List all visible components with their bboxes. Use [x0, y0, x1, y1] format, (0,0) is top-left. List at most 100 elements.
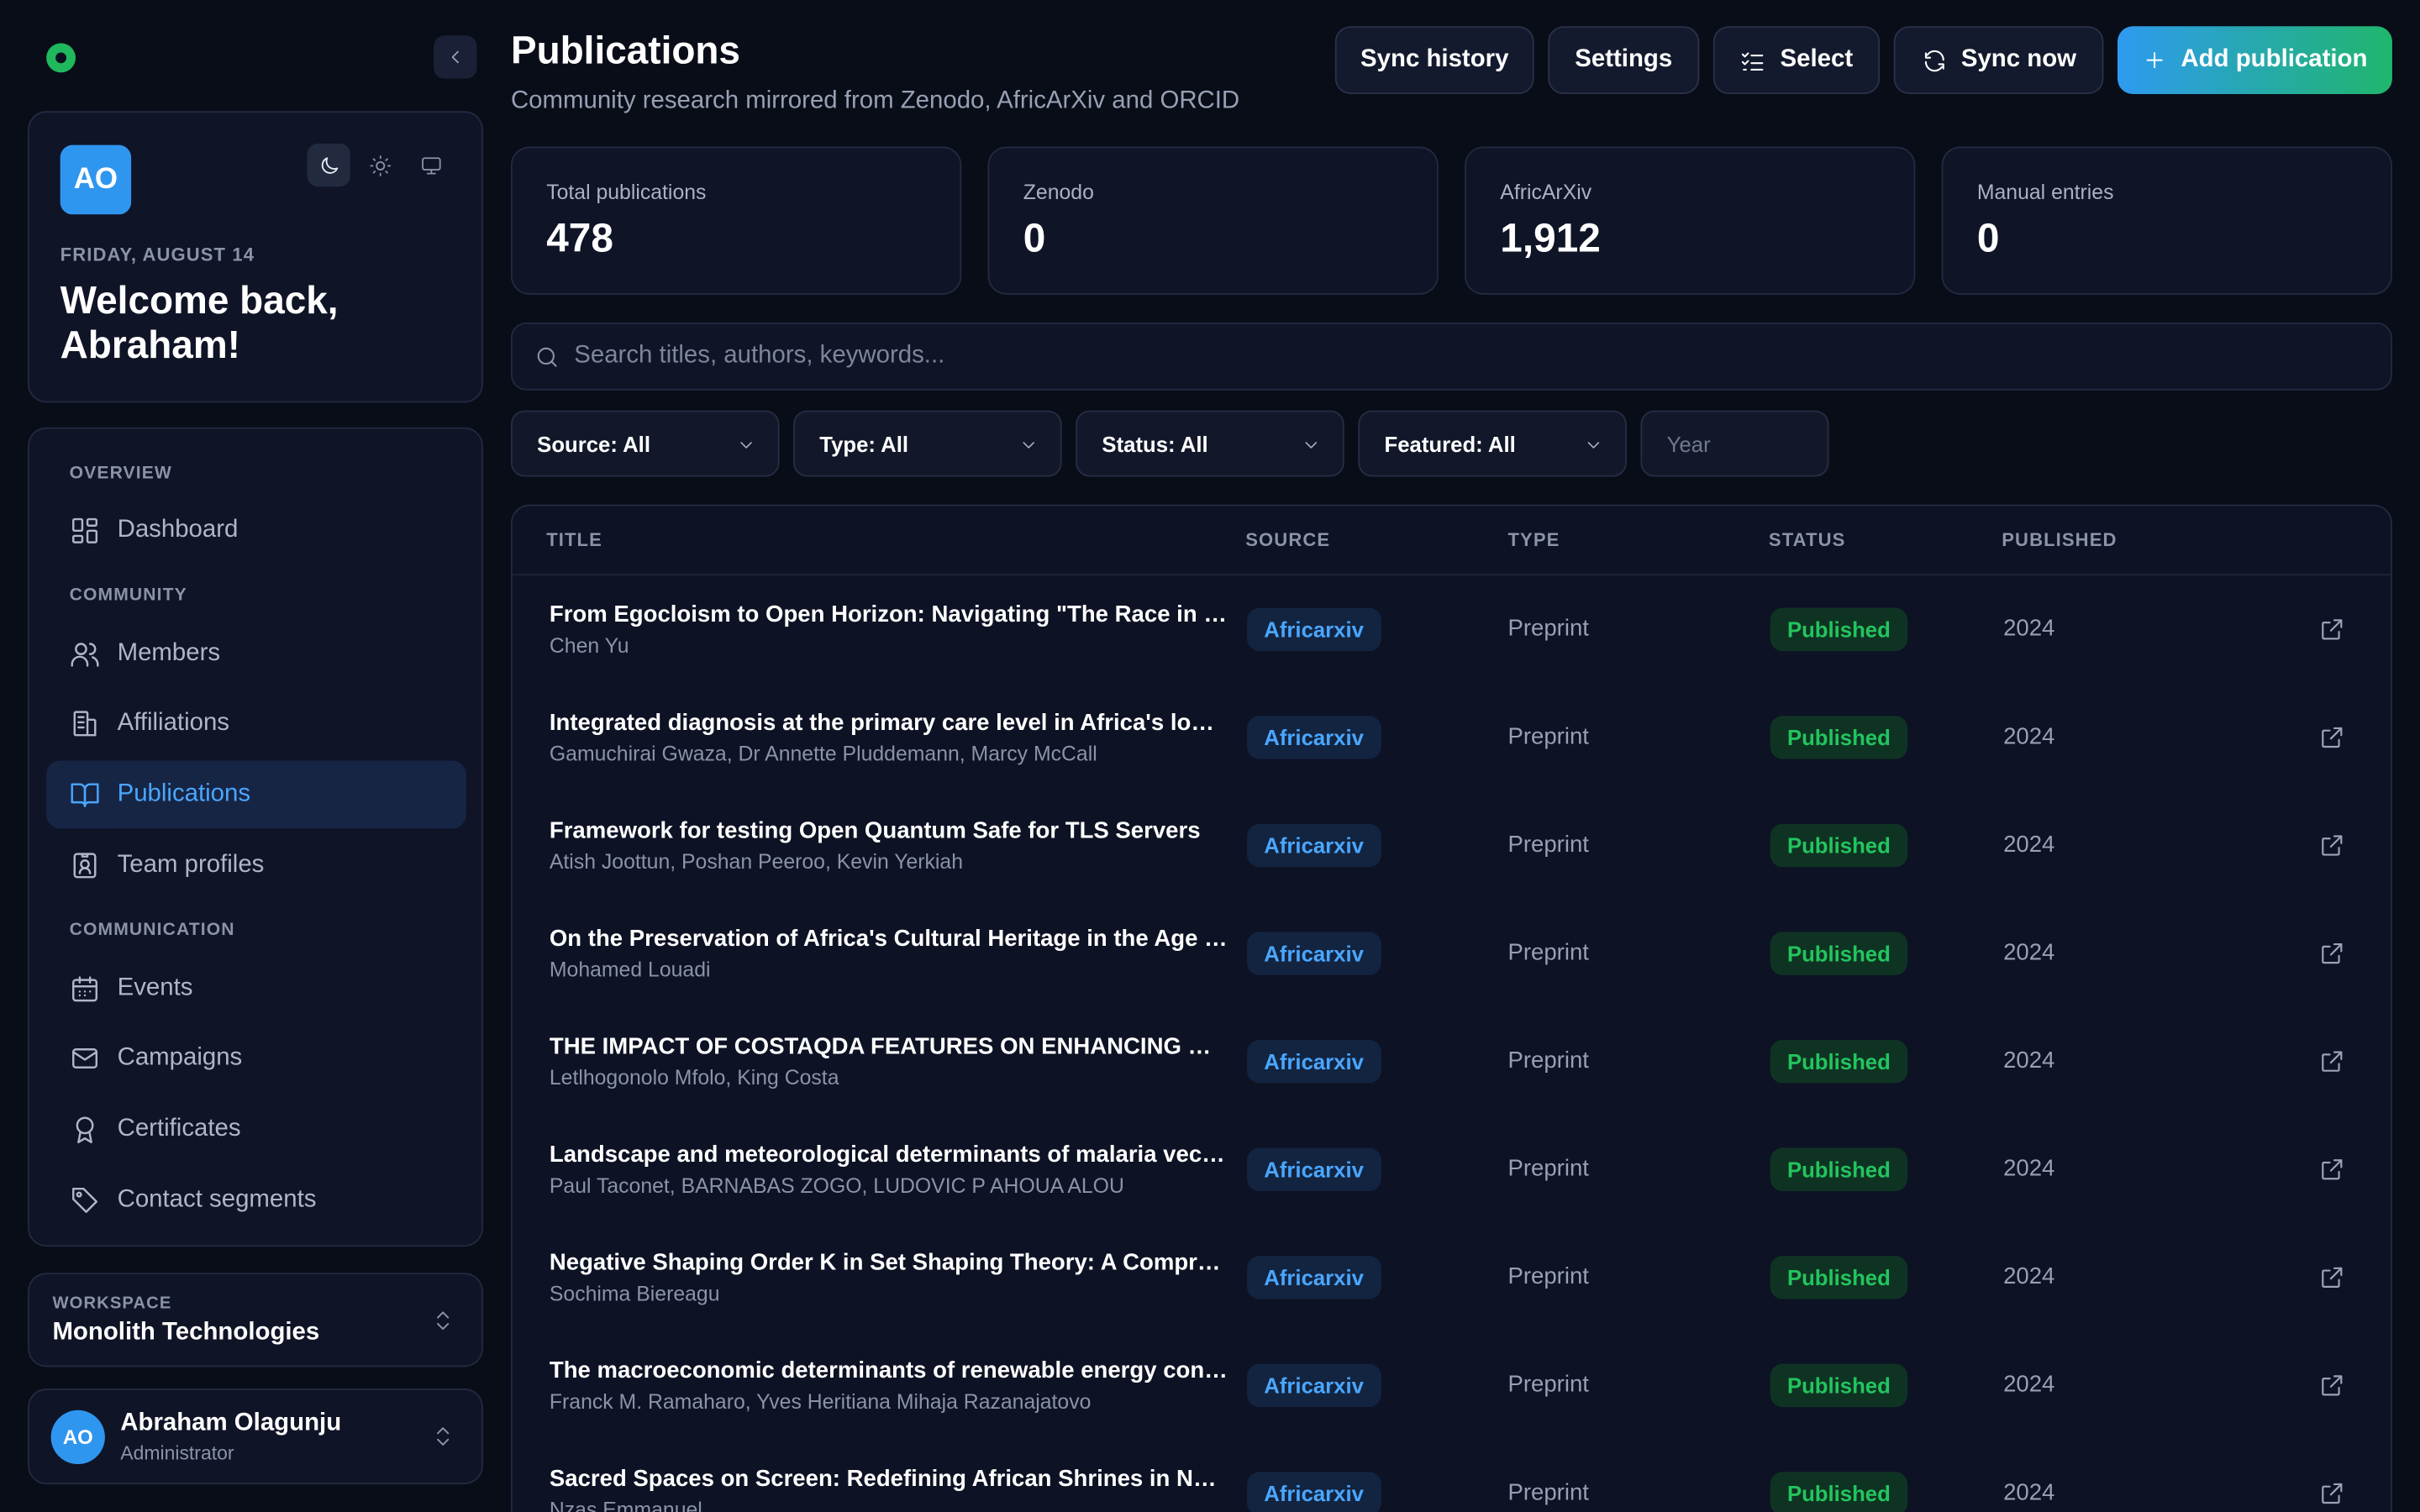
- add-publication-button[interactable]: Add publication: [2118, 26, 2392, 95]
- external-link-icon[interactable]: [2318, 940, 2346, 968]
- table-row[interactable]: Integrated diagnosis at the primary care…: [513, 684, 2391, 792]
- external-link-icon[interactable]: [2318, 723, 2346, 751]
- stat-card-zenodo: Zenodo 0: [987, 146, 1439, 295]
- dark-theme-button[interactable]: [307, 143, 350, 187]
- award-icon: [76, 1116, 94, 1144]
- source-badge: Africarxiv: [1247, 607, 1381, 652]
- table-row[interactable]: Framework for testing Open Quantum Safe …: [513, 791, 2391, 900]
- search-input[interactable]: [574, 323, 2365, 389]
- avatar: AO: [50, 1410, 105, 1465]
- external-link-icon[interactable]: [2318, 1156, 2346, 1184]
- stat-value: 478: [546, 214, 613, 261]
- table-row[interactable]: Landscape and meteorological determinant…: [513, 1116, 2391, 1224]
- status-badge: Published: [1770, 823, 1908, 868]
- external-link-icon[interactable]: [2318, 1263, 2346, 1291]
- current-date: FRIDAY, AUGUST 14: [60, 244, 255, 265]
- status-filter[interactable]: Status: All: [1076, 410, 1344, 477]
- source-filter[interactable]: Source: All: [510, 410, 780, 477]
- stat-label: Manual entries: [1976, 180, 2114, 204]
- type-filter[interactable]: Type: All: [793, 410, 1062, 477]
- sidebar-item-publications[interactable]: Publications: [46, 760, 466, 829]
- table-row[interactable]: THE IMPACT OF COSTAQDA FEATURES ON ENHAN…: [513, 1007, 2391, 1116]
- dashboard-icon: [72, 517, 98, 543]
- system-theme-button[interactable]: [409, 144, 452, 186]
- sidebar-item-certificates[interactable]: Certificates: [46, 1095, 466, 1163]
- source-badge: Africarxiv: [1247, 932, 1381, 975]
- publication-title[interactable]: THE IMPACT OF COSTAQDA FEATURES ON ENHAN…: [550, 1034, 1228, 1060]
- publication-type: Preprint: [1507, 1371, 1589, 1399]
- column-header-source[interactable]: SOURCE: [1245, 529, 1330, 551]
- table-row[interactable]: On the Preservation of Africa's Cultural…: [513, 900, 2391, 1008]
- publication-type: Preprint: [1507, 723, 1589, 750]
- publication-year: 2024: [2003, 723, 2055, 750]
- featured-filter[interactable]: Featured: All: [1358, 410, 1627, 477]
- table-row[interactable]: The macroeconomic determinants of renewa…: [513, 1331, 2391, 1440]
- users-icon: [71, 643, 99, 667]
- sync-now-button[interactable]: Sync now: [1893, 26, 2104, 95]
- table-row[interactable]: Sacred Spaces on Screen: Redefining Afri…: [513, 1440, 2391, 1512]
- light-theme-button[interactable]: [358, 144, 401, 186]
- column-header-status[interactable]: STATUS: [1769, 529, 1846, 551]
- building-icon: [73, 711, 97, 737]
- table-row[interactable]: Negative Shaping Order K in Set Shaping …: [513, 1224, 2391, 1332]
- source-badge: Africarxiv: [1247, 1363, 1381, 1408]
- column-header-published[interactable]: PUBLISHED: [2002, 529, 2117, 551]
- status-badge: Published: [1770, 607, 1908, 652]
- publication-title[interactable]: Landscape and meteorological determinant…: [550, 1142, 1228, 1168]
- publication-year: 2024: [2003, 1263, 2055, 1290]
- collapse-sidebar-button[interactable]: [434, 35, 477, 79]
- workspace-switcher[interactable]: WORKSPACE Monolith Technologies: [28, 1273, 483, 1368]
- sidebar-item-label: Publications: [117, 780, 251, 807]
- publication-title[interactable]: The macroeconomic determinants of renewa…: [550, 1357, 1228, 1383]
- table-row[interactable]: From Egocloism to Open Horizon: Navigati…: [513, 575, 2391, 684]
- nav-section-community: COMMUNITY: [69, 585, 187, 605]
- sidebar-item-events[interactable]: Events: [46, 955, 466, 1023]
- chevron-down-icon: [1305, 442, 1318, 449]
- publication-title[interactable]: Framework for testing Open Quantum Safe …: [550, 817, 1228, 843]
- button-label: Settings: [1575, 46, 1673, 73]
- book-open-icon: [71, 783, 99, 807]
- user-menu[interactable]: AO Abraham Olagunju Administrator: [28, 1389, 483, 1484]
- search-icon: [537, 347, 557, 367]
- sidebar-item-campaigns[interactable]: Campaigns: [46, 1025, 466, 1093]
- sidebar-item-label: Affiliations: [117, 709, 230, 737]
- publication-authors: Mohamed Louadi: [549, 958, 711, 982]
- sidebar-item-team-profiles[interactable]: Team profiles: [46, 832, 466, 900]
- button-label: Sync history: [1360, 46, 1509, 73]
- external-link-icon[interactable]: [2318, 1479, 2346, 1507]
- mail-icon: [72, 1048, 98, 1068]
- publication-type: Preprint: [1507, 1047, 1589, 1074]
- settings-button[interactable]: Settings: [1548, 26, 1700, 95]
- publication-title[interactable]: Sacred Spaces on Screen: Redefining Afri…: [550, 1466, 1228, 1492]
- sync-history-button[interactable]: Sync history: [1334, 26, 1534, 95]
- status-badge: Published: [1770, 1147, 1908, 1191]
- publication-title[interactable]: Integrated diagnosis at the primary care…: [550, 710, 1228, 736]
- external-link-icon[interactable]: [2318, 832, 2346, 859]
- external-link-icon[interactable]: [2318, 1047, 2346, 1075]
- publication-type: Preprint: [1507, 615, 1589, 643]
- welcome-heading: Welcome back, Abraham!: [60, 279, 339, 368]
- column-header-title[interactable]: TITLE: [546, 529, 602, 551]
- external-link-icon[interactable]: [2318, 1372, 2346, 1399]
- publication-title[interactable]: From Egocloism to Open Horizon: Navigati…: [550, 601, 1228, 627]
- sidebar-item-members[interactable]: Members: [46, 620, 466, 688]
- nav-section-overview: OVERVIEW: [69, 464, 172, 483]
- filter-label: Status: All: [1102, 431, 1208, 456]
- sidebar-item-contact-segments[interactable]: Contact segments: [46, 1167, 466, 1235]
- column-header-type[interactable]: TYPE: [1507, 529, 1560, 551]
- publication-title[interactable]: On the Preservation of Africa's Cultural…: [550, 926, 1228, 952]
- sidebar-item-label: Members: [117, 640, 221, 667]
- publication-authors: Paul Taconet, BARNABAS ZOGO, LUDOVIC P A…: [549, 1173, 1124, 1198]
- external-link-icon[interactable]: [2318, 616, 2346, 643]
- search-bar: [510, 322, 2392, 391]
- moon-icon: [320, 156, 338, 173]
- publication-authors: Chen Yu: [549, 633, 629, 658]
- year-input[interactable]: [1642, 412, 1828, 475]
- source-badge: Africarxiv: [1247, 1256, 1381, 1299]
- sidebar-item-dashboard[interactable]: Dashboard: [46, 496, 466, 564]
- source-badge: Africarxiv: [1247, 1039, 1381, 1084]
- sidebar-item-label: Team profiles: [117, 851, 265, 879]
- sidebar-item-affiliations[interactable]: Affiliations: [46, 690, 466, 758]
- publication-title[interactable]: Negative Shaping Order K in Set Shaping …: [550, 1250, 1228, 1276]
- select-button[interactable]: Select: [1712, 26, 1881, 95]
